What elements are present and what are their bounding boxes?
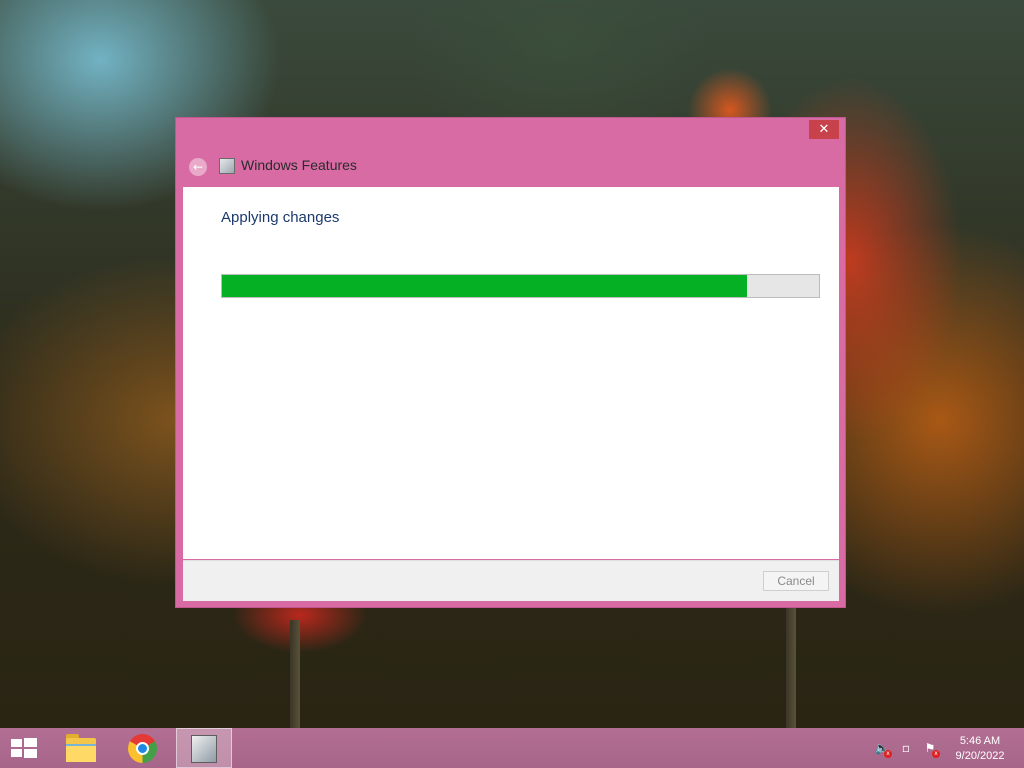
file-explorer-taskbar-button[interactable] <box>60 728 104 768</box>
dialog-footer: Cancel <box>183 560 839 601</box>
progress-bar <box>221 274 820 298</box>
taskbar: 🔈 x ▫ ⚑ x 5:46 AM 9/20/2022 <box>0 728 1024 768</box>
taskbar-clock[interactable]: 5:46 AM 9/20/2022 <box>945 734 1015 764</box>
windows-logo-icon <box>11 738 37 758</box>
wallpaper-flower-stem <box>290 620 300 728</box>
windows-features-taskbar-button[interactable] <box>176 728 232 768</box>
windows-features-icon <box>191 735 217 763</box>
back-arrow-icon[interactable]: ← <box>189 158 207 176</box>
clock-date: 9/20/2022 <box>955 750 1005 762</box>
window-title: Windows Features <box>241 157 357 173</box>
close-button[interactable]: ✕ <box>809 120 839 139</box>
progress-bar-fill <box>222 275 748 297</box>
windows-features-icon <box>219 158 235 174</box>
action-center-flag-icon[interactable]: ⚑ x <box>922 740 940 758</box>
chrome-taskbar-button[interactable] <box>120 728 166 768</box>
clock-time: 5:46 AM <box>959 735 1001 747</box>
wallpaper-flower-stem <box>786 600 796 728</box>
chrome-icon <box>128 734 157 763</box>
speaker-muted-icon[interactable]: 🔈 x <box>874 740 892 758</box>
cancel-button[interactable]: Cancel <box>763 571 829 591</box>
network-disconnected-icon[interactable]: ▫ <box>898 740 914 756</box>
dialog-content: Applying changes <box>183 187 839 559</box>
applying-changes-heading: Applying changes <box>221 209 340 226</box>
windows-features-dialog: ✕ ← Windows Features Applying changes Ca… <box>175 117 846 608</box>
start-button[interactable] <box>0 728 48 768</box>
